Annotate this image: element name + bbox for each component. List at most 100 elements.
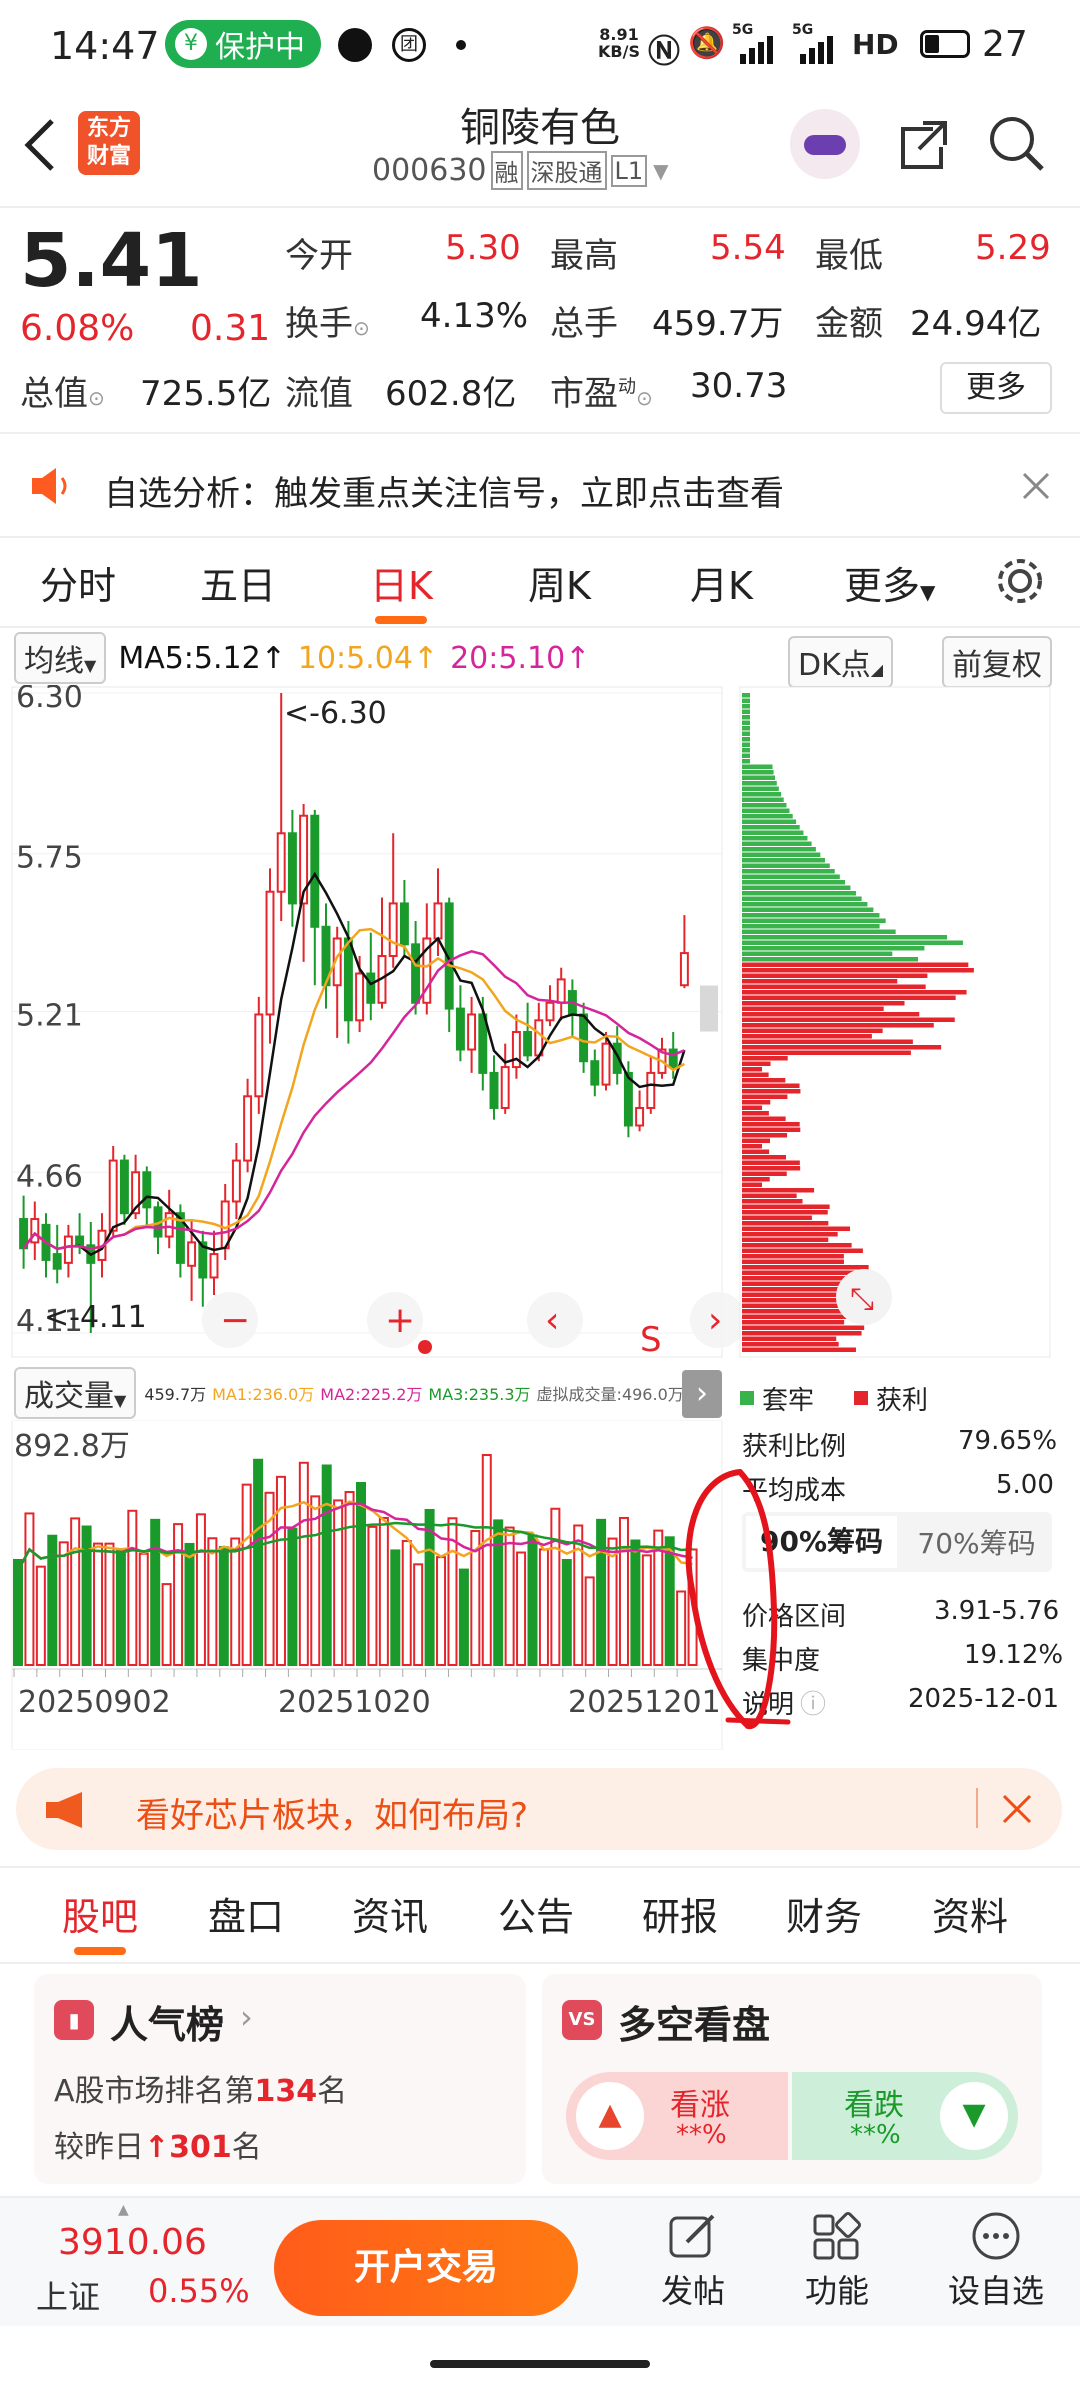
volume-bar [253, 1458, 264, 1666]
chip-bar [742, 819, 797, 824]
index-value[interactable]: 3910.06 [58, 2222, 207, 2263]
tab-minute[interactable]: 分时 [40, 555, 116, 610]
tab-5day[interactable]: 五日 [200, 555, 276, 610]
assistant-avatar[interactable] [790, 109, 860, 179]
tab-forum[interactable]: 股吧 [62, 1886, 138, 1955]
pe-value: 30.73 [690, 366, 788, 406]
tab-more[interactable]: 更多▼ [844, 555, 935, 610]
chip-bar [742, 863, 830, 868]
dropdown-icon[interactable]: ▼ [653, 159, 668, 183]
protection-badge[interactable]: ¥ 保护中 [165, 20, 321, 68]
chip-bar [742, 1204, 830, 1209]
tab-orderbook[interactable]: 盘口 [208, 1886, 284, 1941]
vote-up-button[interactable]: ▲ 看涨 **% [566, 2072, 788, 2160]
functions-button[interactable]: 功能 [792, 2210, 882, 2312]
dk-point-select[interactable]: DK点◢ [788, 636, 894, 688]
search-icon[interactable] [986, 113, 1046, 173]
tab-announcements[interactable]: 公告 [498, 1886, 574, 1941]
tab-finance[interactable]: 财务 [786, 1886, 862, 1941]
chip-bar [742, 1254, 844, 1259]
post-button[interactable]: 发帖 [648, 2210, 738, 2312]
chip-bar [742, 1259, 844, 1264]
triangle-up-icon: ▲ [576, 2082, 644, 2150]
chip-bar [742, 902, 868, 907]
tab-monthly[interactable]: 月K [690, 555, 753, 610]
open-value: 5.30 [445, 228, 521, 268]
tab-research[interactable]: 研报 [642, 1886, 718, 1941]
expand-arrow-icon[interactable]: › [682, 1370, 722, 1418]
prev-button-glyph: ‹ [545, 1300, 559, 1341]
tab-daily[interactable]: 日K [370, 555, 433, 624]
functions-label: 功能 [804, 2272, 869, 2310]
popularity-card[interactable]: ▮ 人气榜 › A股市场排名第134名 较昨日↑301名 [34, 1974, 526, 2184]
volume-bar [195, 1513, 206, 1666]
sentiment-card: VS 多空看盘 ▲ 看涨 **% 看跌 **% ▼ [542, 1974, 1042, 2184]
high-label: 最高 [550, 236, 618, 276]
volume-bar [24, 1512, 35, 1666]
vol-total: 459.7万 [144, 1385, 207, 1404]
level-tag[interactable]: L1 [610, 154, 648, 187]
volume-bar [618, 1516, 629, 1666]
chip-bar [742, 1347, 856, 1352]
date-label-mid: 20251020 [278, 1685, 431, 1720]
indicator-select[interactable]: 成交量▼ [14, 1367, 137, 1419]
gear-icon[interactable] [994, 555, 1046, 607]
info-icon: ⓘ [800, 1690, 827, 1720]
close-icon[interactable] [1020, 470, 1052, 502]
net-speed: 8.91 KB/S [598, 25, 640, 61]
range-value: 3.91-5.76 [934, 1596, 1060, 1626]
tab-chip70[interactable]: 70%筹码 [901, 1522, 1052, 1562]
ad-banner[interactable]: 看好芯片板块，如何布局? [16, 1768, 1062, 1850]
chip-bar [742, 885, 851, 890]
candle-body [231, 1159, 241, 1203]
chip-bar [742, 946, 925, 951]
price-tick-label: 5.75 [16, 841, 83, 876]
close-icon[interactable] [1000, 1792, 1034, 1826]
chip-bar [742, 935, 948, 940]
chip-bar [742, 1072, 769, 1077]
chip-bar [742, 1177, 770, 1182]
chip-stats: 套牢 获利 [740, 1380, 1060, 1416]
candle-body [467, 1013, 477, 1051]
volume-bar [218, 1546, 229, 1666]
candle-body [52, 1253, 62, 1270]
back-icon[interactable] [20, 115, 60, 175]
candle-body [75, 1235, 85, 1247]
shield-icon: ¥ [175, 28, 207, 60]
connect-tag: 深股通 [526, 151, 607, 190]
candle-body [679, 952, 689, 987]
pct-change: 6.08% [20, 308, 135, 349]
volume-bar [161, 1583, 172, 1666]
ma-type-select[interactable]: 均线▼ [14, 632, 107, 684]
tab-weekly[interactable]: 周K [528, 555, 591, 610]
tab-news[interactable]: 资讯 [352, 1886, 428, 1941]
adjust-select[interactable]: 前复权 [942, 636, 1052, 688]
notice-bar[interactable]: 自选分析：触发重点关注信号，立即点击查看 [0, 436, 1080, 536]
chip-bar [742, 852, 821, 857]
status-bar: 14:47 ¥ 保护中 团 8.91 KB/S Ⓝ 🔕 5G 5G HD 27 [0, 0, 1080, 90]
chip-bar [742, 1061, 771, 1066]
trade-button[interactable]: 开户交易 [274, 2220, 578, 2316]
chip-bar [742, 951, 893, 956]
candlestick-chart[interactable]: 6.305.755.214.664.11<-6.30<-4.11− + ‹ ›S [0, 685, 740, 1365]
tab-profile[interactable]: 资料 [932, 1886, 1008, 1941]
volume-bar [138, 1552, 149, 1666]
volume-bar-header: 成交量▼ 459.7万 MA1:236.0万 MA2:225.2万 MA3:23… [14, 1367, 684, 1419]
info-icon: ⊙ [353, 316, 370, 340]
candle-body [399, 902, 409, 946]
share-icon[interactable] [893, 115, 953, 175]
triangle-down-icon: ▼ [940, 2082, 1008, 2150]
add-watchlist-button[interactable]: 设自选 [936, 2210, 1056, 2312]
chip-bar [742, 1221, 829, 1226]
amount-value: 24.94亿 [910, 304, 1042, 344]
candle-body [668, 1048, 678, 1069]
home-indicator[interactable] [430, 2360, 650, 2368]
more-button[interactable]: 更多 [940, 362, 1052, 414]
vote-down-button[interactable]: 看跌 **% ▼ [792, 2072, 1018, 2160]
chip-bar [742, 803, 787, 808]
chip-bar [742, 1182, 763, 1187]
sell-signal-label: S [640, 1320, 662, 1360]
volume-bar [230, 1537, 241, 1666]
candle-body [455, 1007, 465, 1051]
chip-bar [742, 814, 793, 819]
